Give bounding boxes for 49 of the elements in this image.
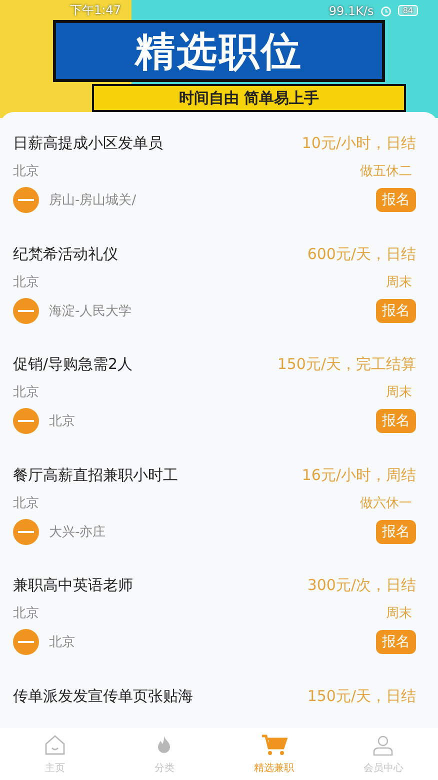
job-title: 兼职高中英语老师	[13, 576, 133, 595]
salary-text: 10元/小时，日结	[302, 134, 416, 153]
tab-item[interactable]: 主页	[0, 728, 110, 780]
apply-button[interactable]: 报名	[376, 188, 416, 212]
network-speed: 99.1K/s	[328, 4, 374, 18]
apply-button[interactable]: 报名	[376, 520, 416, 544]
status-time: 下午1:47	[70, 2, 121, 19]
salary-text: 600元/天，日结	[307, 244, 416, 264]
company-logo-icon	[13, 518, 39, 544]
salary-text: 300元/次，日结	[307, 576, 416, 595]
apply-button[interactable]: 报名	[376, 630, 416, 654]
person-icon	[371, 733, 396, 757]
salary-text: 16元/小时，周结	[302, 466, 416, 484]
location-text: 北京	[49, 634, 75, 651]
schedule-text: 做六休一	[360, 494, 412, 512]
job-title: 促销/导购急需2人	[13, 355, 133, 374]
city-text: 北京	[13, 384, 39, 401]
company-logo-icon	[13, 629, 39, 655]
city-text: 北京	[13, 605, 39, 622]
salary-text: 150元/天，日结	[307, 686, 416, 706]
tab-item[interactable]: 分类	[110, 728, 219, 780]
location-text: 大兴-亦庄	[49, 524, 106, 540]
location-text: 房山-房山城关/	[49, 192, 136, 209]
cart-icon	[260, 733, 288, 757]
city-text: 北京	[13, 494, 39, 512]
job-title: 日薪高提成小区发单员	[13, 134, 163, 153]
apply-button[interactable]: 报名	[376, 298, 416, 322]
banner-subtitle: 时间自由 简单易上手	[178, 88, 320, 108]
schedule-text: 做五休二	[360, 163, 412, 180]
job-title: 纪梵希活动礼仪	[13, 244, 118, 264]
apply-button[interactable]: 报名	[376, 409, 416, 433]
location-text: 海淀-人民大学	[49, 302, 132, 320]
schedule-text: 周末	[386, 384, 412, 401]
salary-text: 150元/天，完工结算	[277, 355, 416, 374]
job-title: 餐厅高薪直招兼职小时工	[13, 466, 178, 484]
company-logo-icon	[13, 187, 39, 213]
location-text: 北京	[49, 413, 75, 430]
job-title: 传单派发发宣传单页张贴海	[13, 686, 193, 706]
tab-item[interactable]: 精选兼职	[219, 728, 328, 780]
schedule-text: 周末	[386, 605, 412, 622]
banner-title: 精选职位	[135, 28, 303, 76]
city-text: 北京	[13, 274, 39, 290]
tab-item[interactable]: 会员中心	[328, 728, 438, 780]
schedule-text: 周末	[386, 274, 412, 290]
alarm-icon	[380, 4, 392, 16]
city-text: 北京	[13, 163, 39, 180]
battery-indicator: 84	[398, 5, 418, 16]
company-logo-icon	[13, 298, 39, 324]
company-logo-icon	[13, 408, 39, 434]
